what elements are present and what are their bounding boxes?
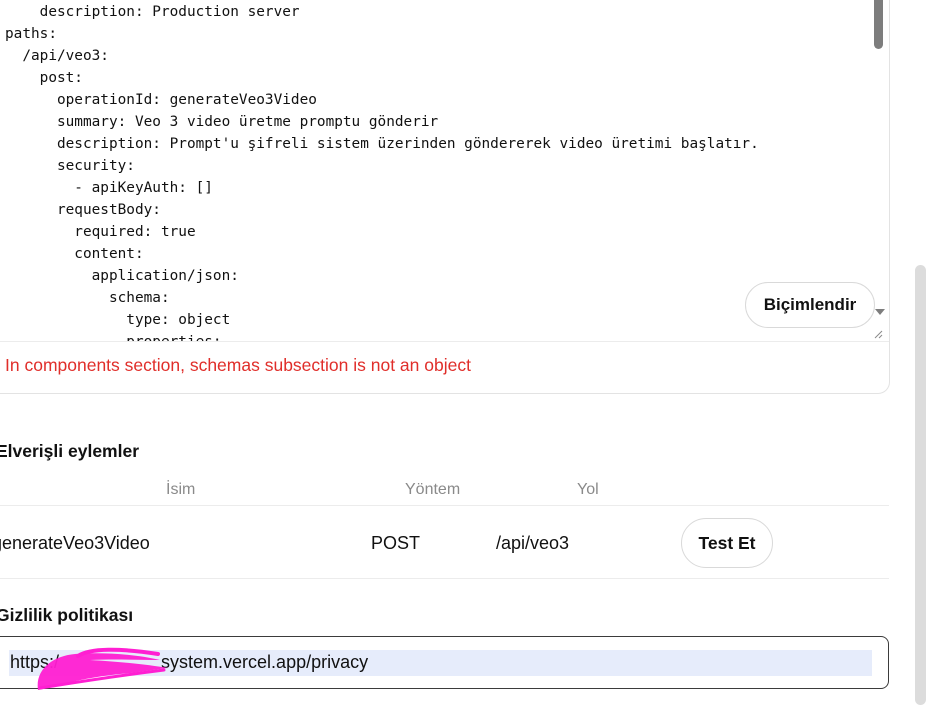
action-path-cell: /api/veo3 [496,533,570,553]
code-line: post: [5,70,83,86]
code-line: required: true [5,224,196,240]
test-action-button[interactable]: Test Et [681,518,773,568]
column-header-method: Yöntem [405,481,461,498]
code-line: description: Prompt'u şifreli sistem üze… [5,136,759,152]
code-line: paths: [5,26,57,42]
code-line: operationId: generateVeo3Video [5,92,317,108]
gpt-actions-editor-page: description: Production server paths: /ap… [0,0,928,705]
editor-scrollbar-thumb[interactable] [874,0,883,49]
code-line: type: object [5,312,231,328]
code-line: /api/veo3: [5,48,109,64]
action-name-cell: generateVeo3Video [0,533,150,553]
privacy-section-title: Gizlilik politikası [0,605,134,625]
divider [0,341,889,342]
code-line: content: [5,246,144,262]
code-line: summary: Veo 3 video üretme promptu gönd… [5,114,439,130]
action-method-cell: POST [371,533,421,553]
privacy-url-value: https:/ system.vercel.app/privacy [10,652,368,673]
schema-code: description: Production server paths: /ap… [5,1,759,341]
code-line: schema: [5,290,170,306]
table-divider [0,505,889,506]
code-line: - apiKeyAuth: [] [5,180,213,196]
schema-error-message: In components section, schemas subsectio… [5,355,471,375]
resize-grip-icon[interactable] [873,329,883,339]
column-header-name: İsim [166,481,196,498]
schema-textarea[interactable]: description: Production server paths: /ap… [0,0,869,341]
code-line: description: Production server [5,4,300,20]
privacy-url-prefix: https:/ [10,652,60,672]
code-line: application/json: [5,268,239,284]
format-button[interactable]: Biçimlendir [745,282,875,328]
column-header-path: Yol [577,481,599,498]
code-line: properties: [5,331,759,341]
code-line: requestBody: [5,202,161,218]
privacy-url-suffix: system.vercel.app/privacy [161,652,369,672]
scroll-down-arrow-icon[interactable] [875,309,885,315]
actions-section-title: Elverişli eylemler [0,441,140,461]
schema-editor: description: Production server paths: /ap… [0,0,890,394]
code-line: security: [5,158,135,174]
page-scrollbar-thumb[interactable] [915,265,926,705]
privacy-url-input[interactable]: https:/ system.vercel.app/privacy [0,636,889,689]
table-divider [0,578,889,579]
